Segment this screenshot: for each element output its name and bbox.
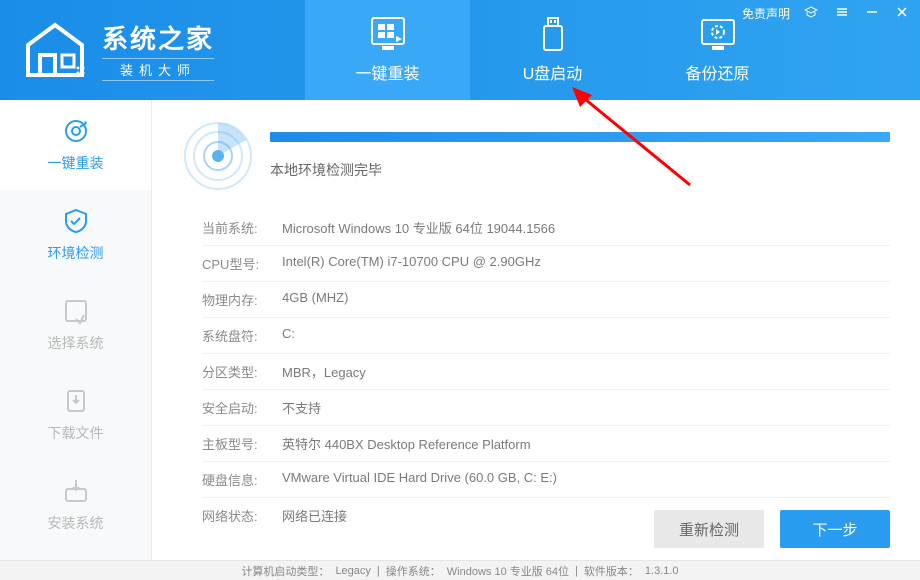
footer-ver-value: 1.3.1.0	[645, 565, 679, 577]
footer: 计算机启动类型： Legacy | 操作系统： Windows 10 专业版 6…	[0, 560, 920, 580]
titlebar: 免责声明	[742, 4, 912, 23]
close-button[interactable]	[892, 4, 912, 23]
body: 一键重装 环境检测 选择系统 下载文件 安装系统	[0, 100, 920, 560]
logo-subtitle: 装机大师	[102, 58, 214, 81]
info-row: 硬盘信息:VMware Virtual IDE Hard Drive (60.0…	[202, 462, 890, 498]
tab-label: 备份还原	[685, 60, 749, 84]
select-icon	[62, 297, 90, 325]
next-button[interactable]: 下一步	[780, 510, 890, 548]
tab-usb-boot[interactable]: U盘启动	[470, 0, 635, 100]
radar-icon	[182, 120, 254, 192]
windows-reinstall-icon	[368, 16, 408, 52]
info-row: 安全启动:不支持	[202, 390, 890, 426]
logo: 系统之家 装机大师	[20, 19, 214, 81]
sidebar-label: 选择系统	[48, 333, 104, 353]
recheck-button[interactable]: 重新检测	[654, 510, 764, 548]
house-logo-icon	[20, 20, 90, 80]
sidebar: 一键重装 环境检测 选择系统 下载文件 安装系统	[0, 100, 152, 560]
backup-icon	[698, 16, 738, 52]
menu-icon[interactable]	[832, 4, 852, 23]
info-row: 系统盘符:C:	[202, 318, 890, 354]
sidebar-item-install[interactable]: 安装系统	[0, 460, 151, 550]
sidebar-item-env-check[interactable]: 环境检测	[0, 190, 151, 280]
progress-bar	[270, 132, 890, 142]
info-table: 当前系统:Microsoft Windows 10 专业版 64位 19044.…	[202, 210, 890, 533]
footer-boot-value: Legacy	[335, 565, 370, 577]
top-tabs: 一键重装 U盘启动 备份还原	[305, 0, 800, 100]
graduation-icon[interactable]	[800, 4, 822, 23]
footer-boot-label: 计算机启动类型：	[241, 563, 329, 579]
tab-label: 一键重装	[355, 60, 419, 84]
footer-ver-label: 软件版本：	[584, 563, 639, 579]
footer-os-value: Windows 10 专业版 64位	[447, 563, 569, 579]
sidebar-label: 一键重装	[48, 153, 104, 173]
install-icon	[62, 477, 90, 505]
disclaimer-link[interactable]: 免责声明	[742, 5, 790, 22]
usb-icon	[533, 16, 573, 52]
info-row: 物理内存:4GB (MHZ)	[202, 282, 890, 318]
sidebar-item-select-system[interactable]: 选择系统	[0, 280, 151, 370]
tab-reinstall[interactable]: 一键重装	[305, 0, 470, 100]
info-row: 当前系统:Microsoft Windows 10 专业版 64位 19044.…	[202, 210, 890, 246]
tab-label: U盘启动	[523, 60, 583, 84]
logo-title: 系统之家	[102, 19, 214, 56]
header: 系统之家 装机大师 一键重装 U盘启动 备份还原 免责声明	[0, 0, 920, 100]
scan-row: 本地环境检测完毕	[182, 120, 890, 192]
minimize-button[interactable]	[862, 4, 882, 23]
shield-check-icon	[62, 207, 90, 235]
sidebar-item-download[interactable]: 下载文件	[0, 370, 151, 460]
content: 本地环境检测完毕 当前系统:Microsoft Windows 10 专业版 6…	[152, 100, 920, 560]
sidebar-item-reinstall[interactable]: 一键重装	[0, 100, 151, 190]
button-row: 重新检测 下一步	[654, 510, 890, 548]
download-icon	[62, 387, 90, 415]
sidebar-label: 环境检测	[48, 243, 104, 263]
info-row: CPU型号:Intel(R) Core(TM) i7-10700 CPU @ 2…	[202, 246, 890, 282]
sidebar-label: 安装系统	[48, 513, 104, 533]
info-row: 分区类型:MBR，Legacy	[202, 354, 890, 390]
info-row: 主板型号:英特尔 440BX Desktop Reference Platfor…	[202, 426, 890, 462]
footer-os-label: 操作系统：	[386, 563, 441, 579]
sidebar-label: 下载文件	[48, 423, 104, 443]
target-icon	[62, 117, 90, 145]
scan-status: 本地环境检测完毕	[270, 160, 890, 180]
